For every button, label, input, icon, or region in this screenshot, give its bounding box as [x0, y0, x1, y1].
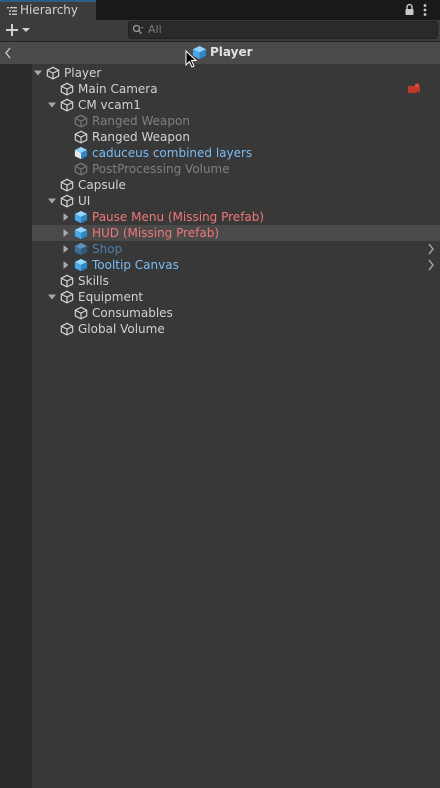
- tree-row-label: Skills: [78, 274, 109, 288]
- tree-row-label: Ranged Weapon: [92, 130, 190, 144]
- tree-row-label: Pause Menu (Missing Prefab): [92, 210, 265, 224]
- expanded-arrow-icon[interactable]: [33, 68, 43, 78]
- recording-icon: [408, 83, 420, 93]
- create-dropdown-button[interactable]: [5, 23, 33, 37]
- prefab-icon: [74, 258, 88, 272]
- tree-row[interactable]: Capsule: [32, 177, 440, 193]
- tree-row-label: caduceus combined layers: [92, 146, 253, 160]
- gameobject-icon: [74, 114, 88, 128]
- gameobject-icon: [60, 98, 74, 112]
- gameobject-icon: [60, 194, 74, 208]
- tree-row[interactable]: Tooltip Canvas: [32, 257, 440, 273]
- gameobject-icon: [46, 66, 60, 80]
- tree-row-label: Global Volume: [78, 322, 165, 336]
- tree-row-label: Ranged Weapon: [92, 114, 190, 128]
- tree-row[interactable]: Ranged Weapon: [32, 129, 440, 145]
- gameobject-icon: [60, 82, 74, 96]
- tree-row-label: Shop: [92, 242, 123, 256]
- scene-visibility-gutter[interactable]: [0, 64, 32, 788]
- prefab-icon: [74, 210, 88, 224]
- tree-row-label: UI: [78, 194, 91, 208]
- tree-row[interactable]: caduceus combined layers: [32, 145, 440, 161]
- tree-row-label: Tooltip Canvas: [92, 258, 179, 272]
- gameobject-icon: [74, 130, 88, 144]
- tree-row[interactable]: CM vcam1: [32, 97, 440, 113]
- tree-row[interactable]: PostProcessing Volume: [32, 161, 440, 177]
- open-prefab-chevron-icon[interactable]: [427, 243, 435, 255]
- expanded-arrow-icon[interactable]: [47, 196, 57, 206]
- collapsed-arrow-icon[interactable]: [61, 212, 71, 222]
- tree-row[interactable]: Shop: [32, 241, 440, 257]
- tree-row-label: PostProcessing Volume: [92, 162, 230, 176]
- back-arrow-icon[interactable]: [4, 47, 12, 59]
- search-input[interactable]: [128, 21, 438, 39]
- tree-row[interactable]: HUD (Missing Prefab): [32, 225, 440, 241]
- tree-row[interactable]: Player: [32, 65, 440, 81]
- collapsed-arrow-icon[interactable]: [61, 244, 71, 254]
- expanded-arrow-icon[interactable]: [47, 100, 57, 110]
- prefab-icon: [74, 242, 88, 256]
- gameobject-icon: [74, 162, 88, 176]
- collapsed-arrow-icon[interactable]: [61, 260, 71, 270]
- tree-row[interactable]: UI: [32, 193, 440, 209]
- open-prefab-chevron-icon[interactable]: [427, 259, 435, 271]
- prefab-variant-icon: [74, 146, 88, 160]
- tree-row[interactable]: Main Camera: [32, 81, 440, 97]
- tab-title: Hierarchy: [20, 3, 79, 17]
- tree-row-label: Capsule: [78, 178, 126, 192]
- gameobject-icon: [60, 274, 74, 288]
- tree-row-label: HUD (Missing Prefab): [92, 226, 220, 240]
- tree-row-label: Main Camera: [78, 82, 158, 96]
- kebab-menu-icon[interactable]: [422, 3, 428, 17]
- expanded-arrow-icon[interactable]: [47, 292, 57, 302]
- tree-row[interactable]: Pause Menu (Missing Prefab): [32, 209, 440, 225]
- gameobject-icon: [60, 322, 74, 336]
- lock-icon[interactable]: [404, 3, 415, 16]
- hierarchy-list-icon: [7, 7, 17, 15]
- tree-row[interactable]: Global Volume: [32, 321, 440, 337]
- tree-row-label: Equipment: [78, 290, 144, 304]
- prefab-header-title: Player: [210, 45, 253, 59]
- prefab-icon: [74, 226, 88, 240]
- tree-row-label: Player: [64, 66, 102, 80]
- gameobject-icon: [74, 306, 88, 320]
- collapsed-arrow-icon[interactable]: [61, 228, 71, 238]
- gameobject-icon: [60, 290, 74, 304]
- tree-row[interactable]: Skills: [32, 273, 440, 289]
- tree-row-label: Consumables: [92, 306, 173, 320]
- search-icon: [132, 24, 144, 34]
- gameobject-icon: [60, 178, 74, 192]
- tree-row[interactable]: Consumables: [32, 305, 440, 321]
- search-placeholder: All: [148, 23, 162, 36]
- tree-row[interactable]: Equipment: [32, 289, 440, 305]
- tree-row[interactable]: Ranged Weapon: [32, 113, 440, 129]
- tree-row-label: CM vcam1: [78, 98, 141, 112]
